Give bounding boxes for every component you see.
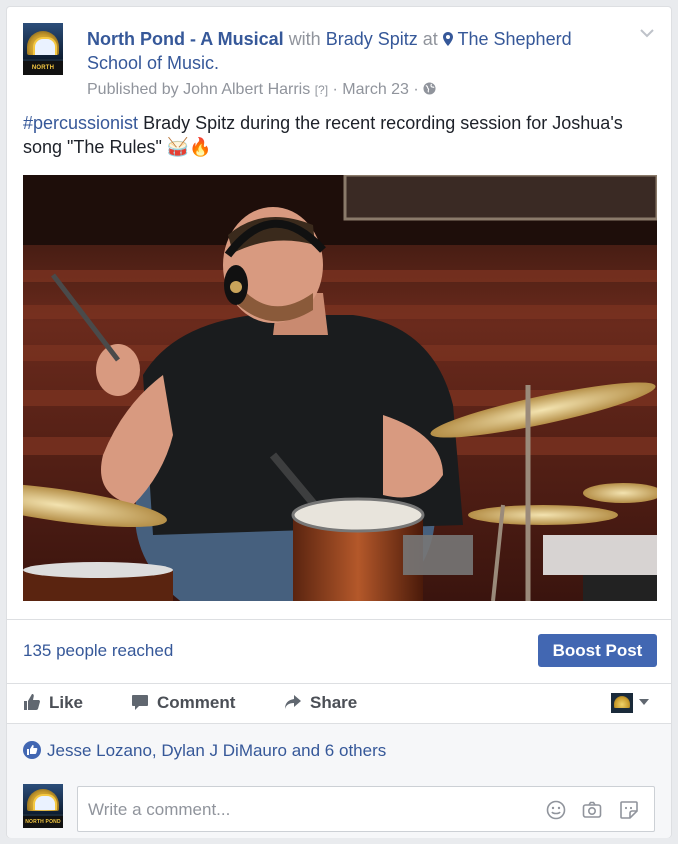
comment-icon bbox=[132, 695, 148, 710]
post-meta: Published by John Albert Harris [?] · Ma… bbox=[87, 79, 436, 101]
like-button[interactable]: Like bbox=[23, 691, 83, 715]
tagged-person-link[interactable]: Brady Spitz bbox=[326, 29, 418, 49]
feedback-area: Jesse Lozano, Dylan J DiMauro and 6 othe… bbox=[7, 723, 671, 838]
chevron-down-icon[interactable] bbox=[639, 27, 655, 39]
location-pin-icon bbox=[442, 32, 453, 46]
boost-post-button[interactable]: Boost Post bbox=[538, 634, 657, 667]
globe-icon[interactable] bbox=[423, 82, 436, 95]
published-by[interactable]: Published by John Albert Harris bbox=[87, 81, 310, 98]
post-as-dropdown-icon[interactable] bbox=[639, 699, 649, 705]
reactions-summary[interactable]: Jesse Lozano, Dylan J DiMauro and 6 othe… bbox=[23, 739, 386, 763]
post-header: North Pond - A Musical with Brady Spitz … bbox=[87, 27, 587, 75]
post-photo[interactable] bbox=[23, 175, 657, 601]
divider bbox=[7, 619, 671, 620]
commenter-avatar-caption: NORTH POND bbox=[23, 816, 63, 828]
post-as-avatar[interactable] bbox=[611, 693, 633, 713]
page-name-link[interactable]: North Pond - A Musical bbox=[87, 29, 284, 49]
emoji-icon[interactable] bbox=[546, 800, 566, 820]
page-avatar[interactable]: NORTH POND bbox=[23, 23, 63, 75]
post-text: #percussionist Brady Spitz during the re… bbox=[23, 111, 643, 159]
hashtag-link[interactable]: #percussionist bbox=[23, 113, 138, 133]
commenter-avatar: NORTH POND bbox=[23, 784, 63, 828]
share-icon bbox=[285, 695, 301, 709]
reactions-text[interactable]: Jesse Lozano, Dylan J DiMauro and 6 othe… bbox=[47, 741, 386, 760]
sticker-icon[interactable] bbox=[619, 800, 639, 820]
help-mark[interactable]: [?] bbox=[315, 83, 328, 97]
share-button[interactable]: Share bbox=[284, 691, 357, 715]
camera-icon[interactable] bbox=[582, 800, 602, 820]
post-card: NORTH POND North Pond - A Musical with B… bbox=[6, 6, 672, 838]
comment-button[interactable]: Comment bbox=[131, 691, 235, 715]
post-date[interactable]: · March 23 · bbox=[332, 81, 418, 98]
comment-box[interactable] bbox=[77, 786, 655, 832]
avatar-caption: NORTH POND bbox=[23, 61, 63, 75]
with-word: with bbox=[288, 29, 321, 49]
at-word: at bbox=[422, 29, 438, 49]
comment-input[interactable] bbox=[86, 795, 530, 825]
drummer-photo bbox=[23, 175, 657, 601]
like-reaction-icon bbox=[23, 741, 41, 759]
like-icon bbox=[24, 694, 40, 710]
action-bar: Like Comment Share bbox=[7, 683, 671, 723]
people-reached[interactable]: 135 people reached bbox=[23, 639, 173, 663]
